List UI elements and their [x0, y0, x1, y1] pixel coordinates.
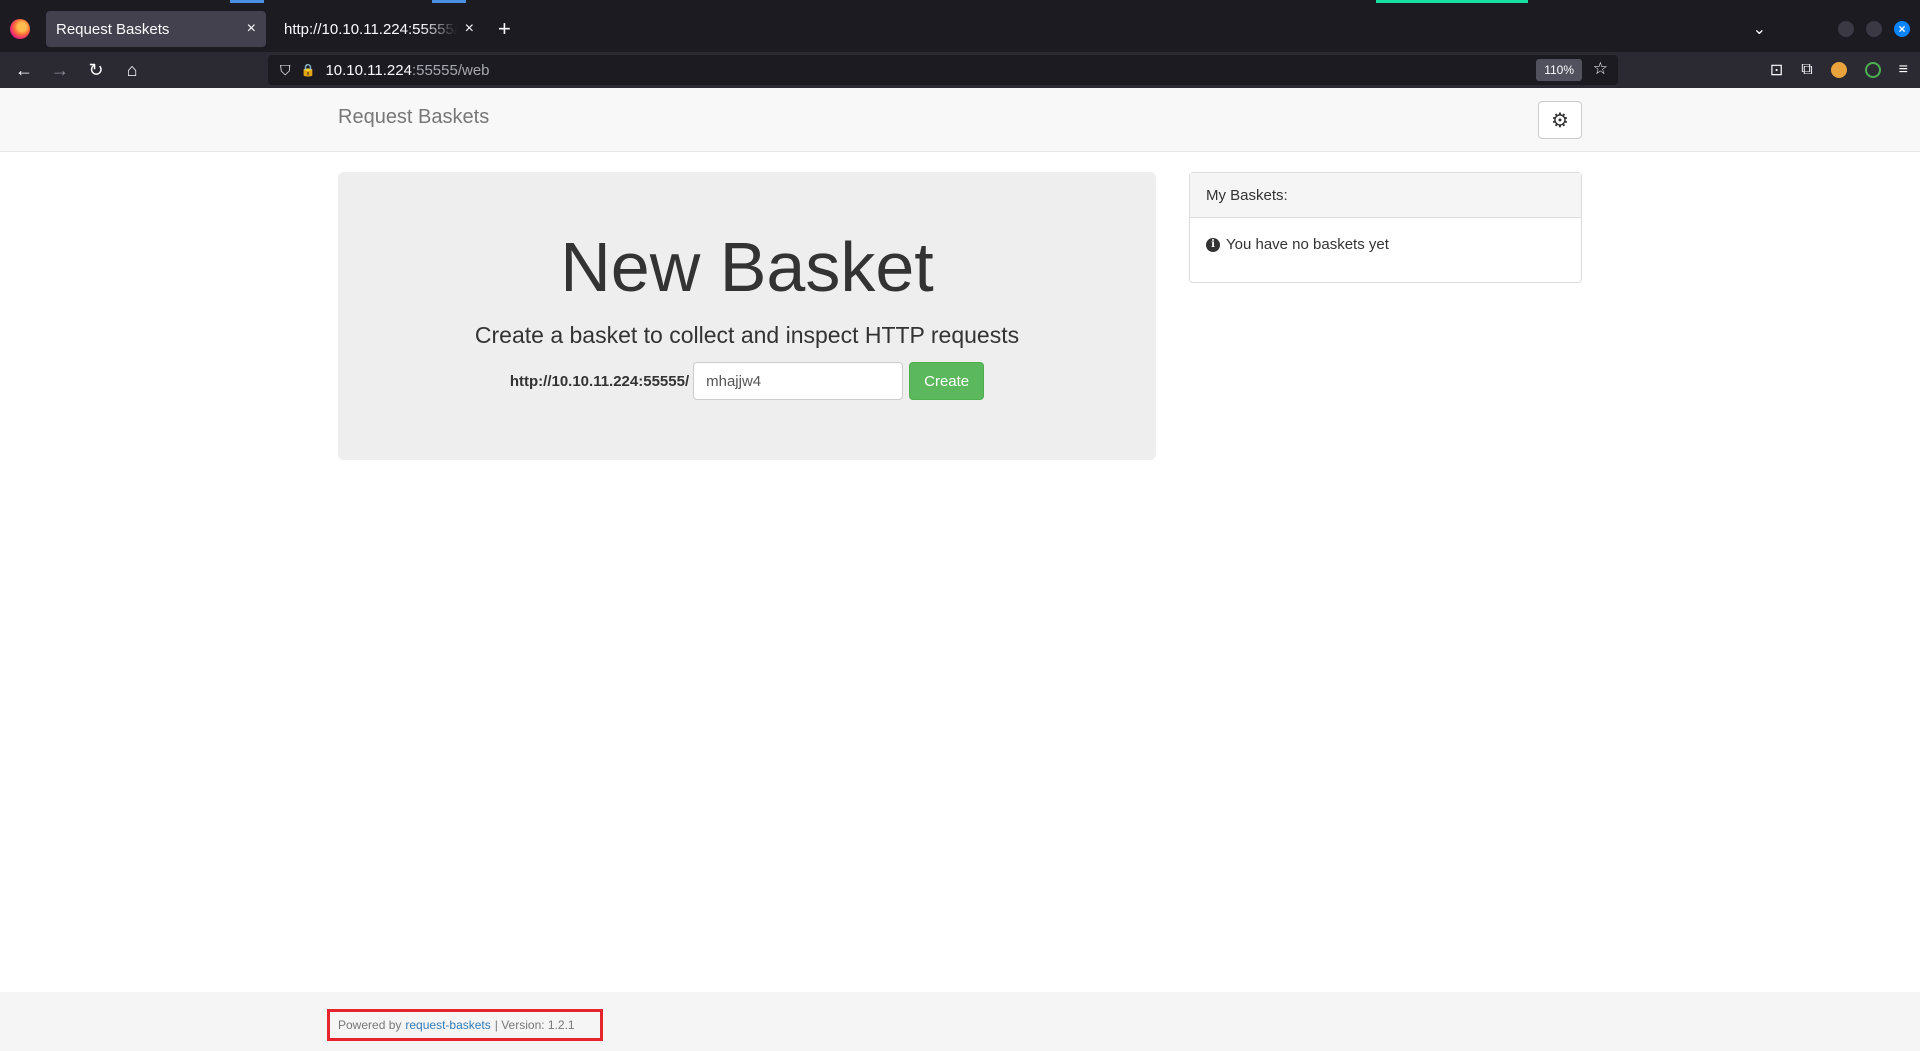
extension-badge-icon[interactable]: [1830, 62, 1847, 78]
list-all-tabs-icon[interactable]: ⌄: [1753, 19, 1766, 39]
minimize-button[interactable]: [1838, 21, 1854, 37]
new-basket-jumbotron: New Basket Create a basket to collect an…: [338, 172, 1156, 460]
back-icon[interactable]: ←: [6, 60, 42, 81]
bookmark-star-icon[interactable]: ☆: [1593, 59, 1608, 79]
lead-text: Create a basket to collect and inspect H…: [474, 322, 1020, 348]
tab-title: http://10.10.11.224:55555/web: [284, 20, 457, 38]
powered-by-text: Powered by: [338, 1018, 402, 1032]
forward-icon[interactable]: →: [42, 60, 78, 81]
footer: Powered by request-baskets | Version: 1.…: [0, 992, 1920, 1051]
page-title: New Basket: [560, 228, 934, 306]
extensions-icon[interactable]: ⧉: [1801, 61, 1812, 79]
url-bar[interactable]: ⛉ 🔒 10.10.11.224 :55555/web 110% ☆: [268, 55, 1618, 85]
toolbar-right: ⊡ ⧉ ≡: [1770, 52, 1908, 88]
tab-close-icon[interactable]: ×: [247, 20, 256, 38]
firefox-logo-icon[interactable]: [10, 19, 30, 39]
create-basket-form: http://10.10.11.224:55555/ Create: [338, 362, 1156, 400]
url-host: 10.10.11.224: [325, 61, 412, 79]
brand-link[interactable]: Request Baskets: [338, 106, 489, 129]
panel-heading: My Baskets:: [1190, 173, 1581, 218]
tab-bar: Request Baskets × http://10.10.11.224:55…: [0, 6, 1920, 52]
window-close-button[interactable]: ×: [1894, 21, 1910, 37]
my-baskets-panel: My Baskets: i You have no baskets yet: [1189, 172, 1582, 283]
extension-green-icon[interactable]: [1864, 62, 1881, 78]
tab-request-baskets[interactable]: Request Baskets ×: [46, 11, 266, 47]
window-controls: ⌄ ×: [1753, 6, 1910, 52]
request-baskets-link[interactable]: request-baskets: [405, 1018, 490, 1032]
footer-info: Powered by request-baskets | Version: 1.…: [327, 1009, 603, 1041]
info-circle-icon: i: [1206, 237, 1220, 252]
settings-button[interactable]: ⚙: [1538, 101, 1582, 139]
app-navbar: Request Baskets ⚙: [0, 88, 1920, 152]
tab-close-icon[interactable]: ×: [465, 20, 474, 38]
new-tab-button[interactable]: +: [498, 16, 511, 42]
url-path: :55555/web: [411, 61, 490, 79]
version-text: | Version: 1.2.1: [494, 1018, 575, 1032]
zoom-level-button[interactable]: 110%: [1536, 59, 1582, 81]
maximize-button[interactable]: [1866, 21, 1882, 37]
basket-name-input[interactable]: [693, 362, 904, 400]
menu-icon[interactable]: ≡: [1899, 61, 1908, 79]
base-url-label: http://10.10.11.224:55555/: [509, 372, 690, 390]
home-icon[interactable]: ⌂: [114, 60, 150, 81]
shield-icon[interactable]: ⛉: [280, 62, 291, 79]
reload-icon[interactable]: ↻: [78, 60, 114, 81]
page-content: Request Baskets ⚙ New Basket Create a ba…: [0, 88, 1920, 1051]
gear-icon: ⚙: [1551, 109, 1569, 132]
empty-baskets-message: You have no baskets yet: [1226, 236, 1389, 253]
pocket-icon[interactable]: ⊡: [1770, 60, 1783, 80]
navigation-toolbar: ← → ↻ ⌂ ⛉ 🔒 10.10.11.224 :55555/web 110%…: [0, 52, 1920, 88]
panel-body: i You have no baskets yet: [1190, 218, 1581, 271]
tab-title: Request Baskets: [56, 20, 170, 38]
create-button[interactable]: Create: [909, 362, 985, 400]
lock-icon[interactable]: 🔒: [301, 63, 316, 77]
tab-web-url[interactable]: http://10.10.11.224:55555/web ×: [274, 11, 484, 47]
